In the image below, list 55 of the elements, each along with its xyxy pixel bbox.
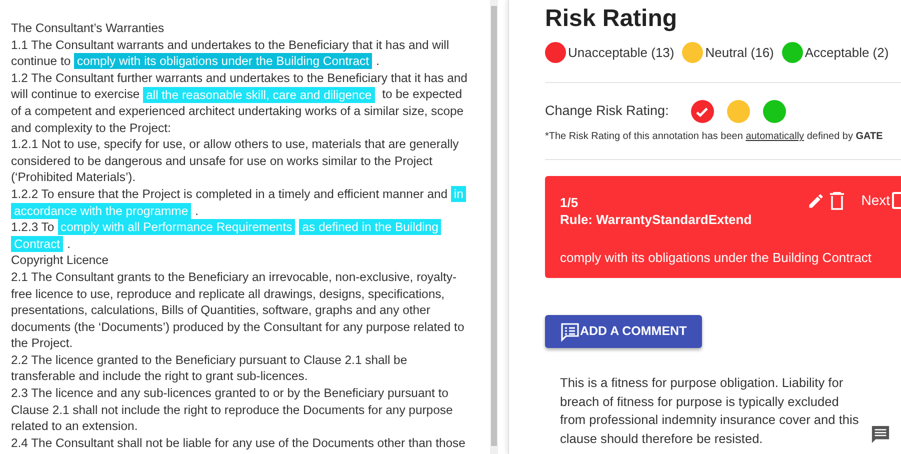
highlighted-text[interactable]: in: [450, 186, 466, 202]
edit-icon[interactable]: [807, 192, 826, 210]
rating-option[interactable]: [762, 100, 786, 123]
text-line: 1.2.3 To: [11, 219, 56, 236]
legend-label: Acceptable (2): [804, 44, 889, 62]
rating-option[interactable]: [690, 100, 714, 123]
text-line: Clause 2.1 shall not include the right to reproduce the Documents for any purpose: [11, 402, 453, 418]
text-line: Copyright Licence: [11, 252, 109, 269]
highlighted-text[interactable]: all the reasonable skill, care and diligence: [143, 86, 375, 103]
comment-icon[interactable]: [871, 425, 890, 444]
rule-name: Rule: WarrantyStandardExtend: [560, 211, 752, 228]
highlighted-text[interactable]: as defined in the Building: [299, 219, 442, 236]
next-label[interactable]: Next: [861, 190, 890, 211]
text-line: .: [67, 236, 70, 252]
text-line: related to an extension.: [11, 418, 138, 435]
scrollbar-thumb[interactable]: [491, 6, 497, 446]
text-line: .: [195, 202, 198, 220]
legend-label: Unacceptable (13): [568, 44, 674, 62]
highlighted-text[interactable]: accordance with the programme: [11, 202, 192, 219]
text-line: to be expected: [381, 86, 462, 103]
delete-icon[interactable]: [829, 192, 846, 210]
highlighted-text[interactable]: Contract: [11, 236, 64, 252]
text-line: the Project.: [11, 335, 73, 352]
highlighted-text[interactable]: comply with its obligations under the Building Contract: [74, 53, 372, 70]
legend-label: Neutral (16): [705, 44, 774, 62]
text-line: and complexity to the Project:: [11, 120, 171, 136]
text-line: The Consultant’s Warranties: [11, 20, 164, 37]
text-line: 2.3 The licence and any sub-licences granted to or by the Beneficiary pursuant to: [11, 385, 448, 402]
text-line: presentations, calculations, Bills of Quantities, software, graphs and any other: [11, 302, 430, 319]
add-comment-button[interactable]: ADD A COMMENT: [545, 315, 702, 348]
text-line: 2.1 The Consultant grants to the Beneficiary an irrevocable, non-exclusive, royalty-: [11, 268, 457, 286]
text-line: (‘Prohibited Materials’).: [11, 169, 136, 186]
annotation-text: comply with its obligations under the Building Contract: [560, 249, 872, 267]
text-line: 2.2 The licence granted to the Beneficiary pursuant to Clause 2.1 shall be: [11, 352, 408, 368]
text-line: will continue to exercise: [11, 86, 141, 103]
text-line: 1.2 The Consultant further warrants and undertakes to the Beneficiary that it has and: [11, 70, 468, 86]
text-line: 1.1 The Consultant warrants and undertakes to the Beneficiary that it has and will: [11, 36, 450, 54]
comment-text: This is a fitness for purpose obligation. Liability for breach of fitness for purpose is typically excluded from professional indemnity insurance cover and this clause should therefore be resisted.: [560, 374, 860, 448]
text-line: documents (the ‘Documents’) produced by the Consultant for any purpose related to: [11, 318, 464, 336]
footnote: *The Risk Rating of this annotation has been automatically defined by GATE: [545, 130, 884, 144]
annotation-position: 1/5: [560, 195, 578, 211]
text-line: 2.4 The Consultant shall not be liable for any use of the Documents other than those: [11, 434, 466, 452]
link[interactable]: automatically: [746, 131, 804, 142]
panel-title: Risk Rating: [545, 5, 678, 33]
field-label: Change Risk Rating:: [545, 102, 669, 120]
text-line: free licence to use, reproduce and replicate all drawings, designs, specifications,: [11, 286, 445, 302]
text-line: .: [376, 53, 380, 70]
text-line: of a competent and experienced architect undertaking works of a similar size, scope: [11, 102, 464, 120]
text-line: transferable and include the right to grant sub-licences.: [11, 368, 308, 386]
highlighted-text[interactable]: comply with all Performance Requirements: [58, 219, 296, 236]
text-line: 1.2.2 To ensure that the Project is completed in a timely and efficient manner and: [11, 186, 449, 203]
text-line: considered to be dangerous and unsafe for use on works similar to the Project: [11, 152, 432, 170]
comment-icon: [560, 322, 580, 342]
text-line: continue to: [11, 53, 72, 70]
text-line: 1.2.1 Not to use, specify for use, or allow others to use, materials that are generally: [11, 136, 459, 153]
